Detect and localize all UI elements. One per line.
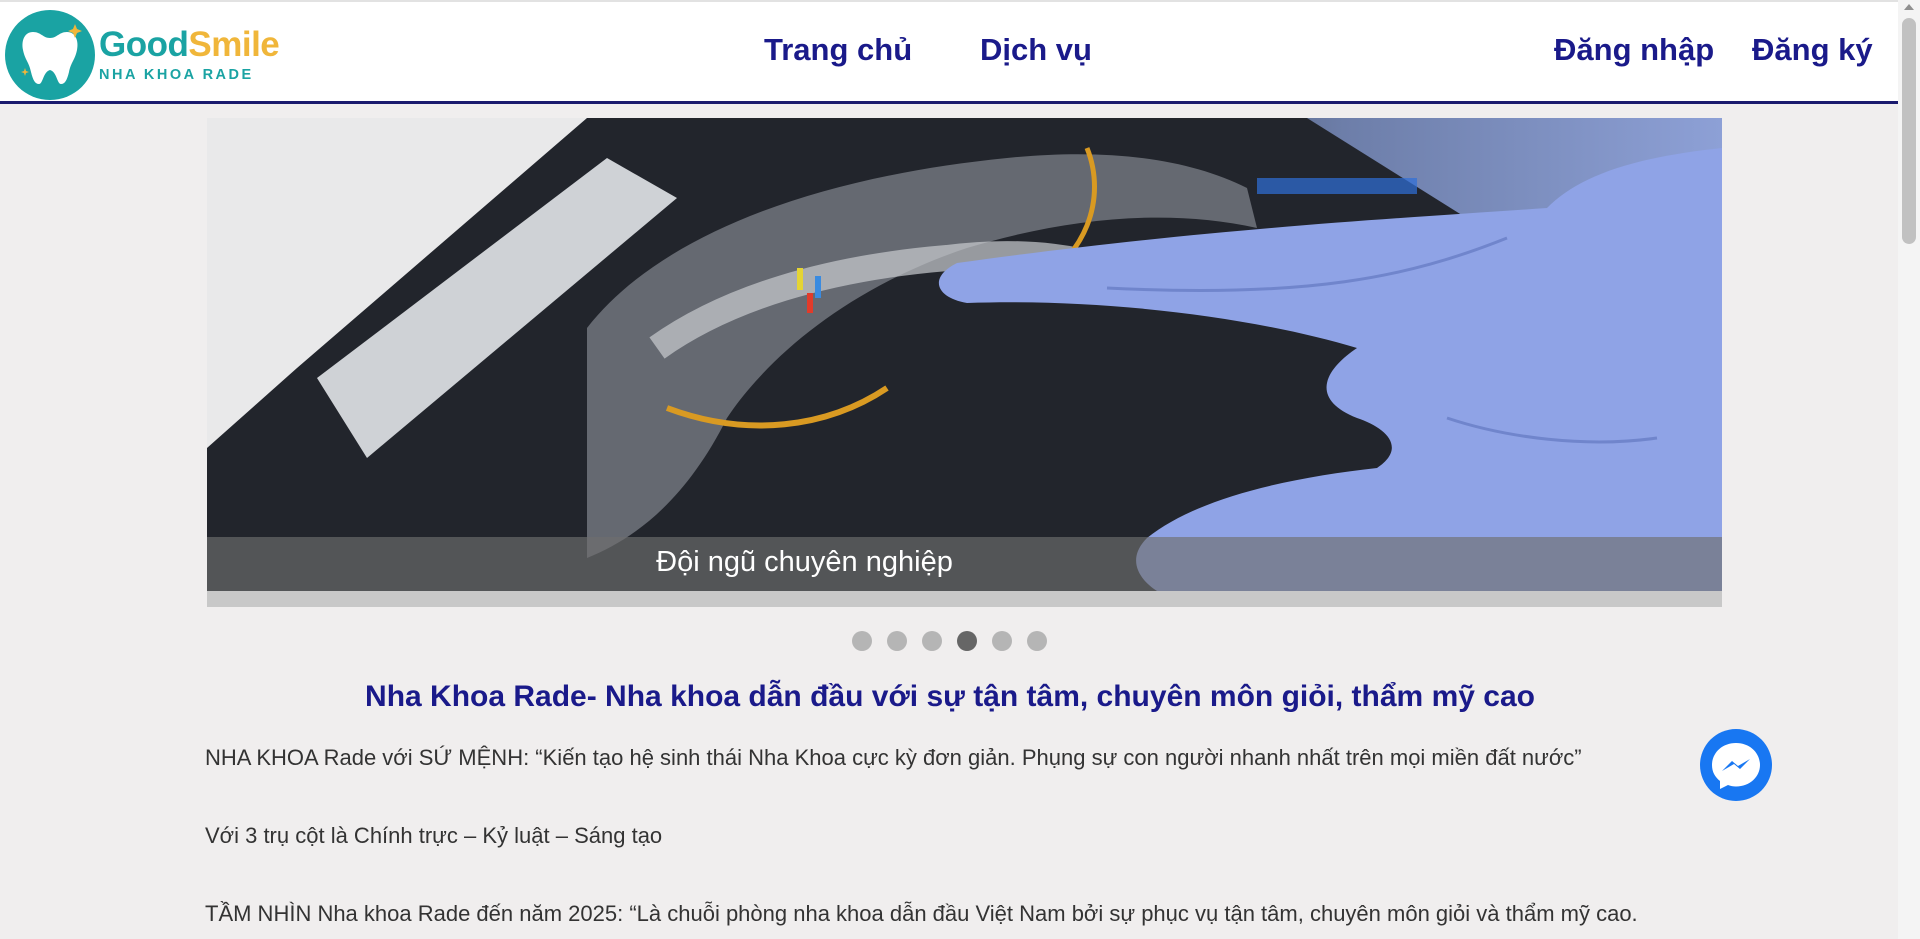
pillars-paragraph: Với 3 trụ cột là Chính trực – Kỷ luật – … (205, 823, 663, 848)
brand-logo[interactable]: GoodSmile NHA KHOA RADE (5, 10, 280, 100)
site-header: GoodSmile NHA KHOA RADE Trang chủ Dịch v… (0, 0, 1898, 104)
scroll-thumb[interactable] (1902, 18, 1916, 244)
page-scrollbar[interactable] (1898, 0, 1920, 939)
messenger-chat-button[interactable] (1700, 729, 1772, 801)
hero-slider[interactable]: Đội ngũ chuyên nghiệp (207, 118, 1722, 607)
nav-register-link[interactable]: Đăng ký (1752, 32, 1873, 68)
vision-paragraph: TẦM NHÌN Nha khoa Rade đến năm 2025: “Là… (205, 901, 1638, 926)
slider-pagination (852, 631, 1047, 651)
slide-caption: Đội ngũ chuyên nghiệp (656, 546, 953, 578)
slider-dot-2[interactable] (887, 631, 907, 651)
tooth-logo-icon (5, 10, 95, 100)
brand-name: GoodSmile (99, 25, 280, 65)
mission-paragraph: NHA KHOA Rade với SỨ MỆNH: “Kiến tạo hệ … (205, 745, 1582, 770)
messenger-icon (1712, 743, 1760, 789)
slider-dot-4[interactable] (957, 631, 977, 651)
nav-services-link[interactable]: Dịch vụ (980, 32, 1092, 68)
slide-image (207, 118, 1722, 591)
slider-dot-1[interactable] (852, 631, 872, 651)
nav-home-link[interactable]: Trang chủ (764, 32, 912, 68)
brand-subtitle: NHA KHOA RADE (99, 67, 254, 84)
slider-dot-3[interactable] (922, 631, 942, 651)
slider-dot-5[interactable] (992, 631, 1012, 651)
nav-login-link[interactable]: Đăng nhập (1554, 32, 1714, 68)
scroll-up-arrow-icon[interactable] (1904, 4, 1914, 10)
page-heading: Nha Khoa Rade- Nha khoa dẫn đầu với sự t… (365, 680, 1535, 713)
slider-dot-6[interactable] (1027, 631, 1047, 651)
